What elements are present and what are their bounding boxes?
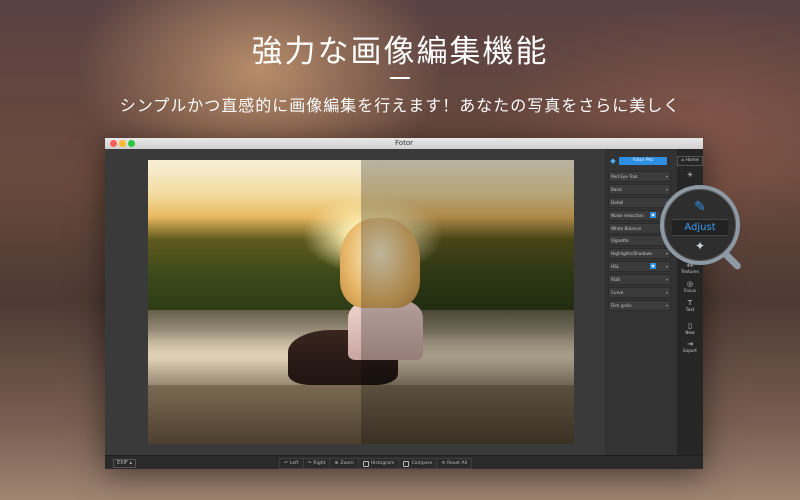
tool-label: Histogram: [370, 461, 395, 466]
zoom-button[interactable]: ⊕ Zoom: [330, 459, 359, 468]
rotate-left-button[interactable]: ↶ Left: [280, 459, 304, 468]
panel-item-detail[interactable]: Detail▾: [608, 196, 671, 208]
rail-item-focus[interactable]: ◎ Focus: [677, 280, 703, 293]
compare-button[interactable]: Compare: [399, 459, 438, 468]
export-icon: ⇥: [687, 340, 693, 348]
app-window: Fotor ◆ Fotor Pro Red Eye Tool ▾ Basic ▾ D…: [105, 138, 703, 469]
panel-item-highlights-shadows[interactable]: Highlights/Shadows ▾: [608, 248, 671, 260]
sun-icon: ☀: [686, 171, 694, 179]
sparkle-icon: ✦: [694, 239, 706, 253]
rail-item-label: Textures: [681, 269, 699, 274]
panel-item-label: Highlights/Shadows: [611, 251, 653, 257]
compare-icon: [403, 460, 410, 467]
panel-item-label: Film grain: [611, 302, 632, 308]
panel-item-label: White Balance: [611, 225, 642, 231]
edited-photo[interactable]: [148, 160, 574, 444]
rail-item-label: New: [685, 330, 695, 335]
panel-item-red-eye[interactable]: Red Eye Tool ▾: [608, 171, 671, 182]
exif-button[interactable]: EXIF ▴: [113, 459, 137, 468]
panel-item-label: Noise reduction: [611, 212, 644, 218]
reset-icon: ⟲: [441, 461, 446, 466]
diamond-icon: ◆: [610, 157, 616, 165]
tool-label: Compare: [411, 461, 433, 466]
panel-item-film-grain[interactable]: Film grain ▾: [608, 299, 671, 311]
panel-item-label: Basic: [611, 186, 623, 192]
panel-item-hsl[interactable]: HSL ◆ ▾: [608, 261, 671, 273]
home-label: Home: [685, 158, 699, 163]
rotate-right-icon: ↷: [307, 461, 312, 466]
reset-all-button[interactable]: ⟲ Reset All: [437, 459, 471, 468]
rotate-left-icon: ↶: [284, 461, 288, 466]
rail-item-label: Export: [683, 348, 697, 353]
hero-subtitle: シンプルかつ直感的に画像編集を行えます！あなたの写真をさらに美しく: [119, 96, 681, 115]
chevron-down-icon: ▾: [665, 264, 668, 270]
new-file-icon: ▯: [688, 322, 692, 330]
tool-label: Zoom: [340, 461, 354, 466]
home-icon: ⌂: [681, 158, 685, 163]
panel-item-label: HSL: [611, 264, 620, 270]
adjust-list: Red Eye Tool▾ Basic▾ Detail▾ Noise reduc…: [608, 171, 671, 313]
tool-label: Reset All: [447, 461, 468, 466]
fotor-pro-button[interactable]: Fotor Pro: [619, 157, 667, 165]
tool-label: Left: [289, 461, 299, 466]
panel-item-label: Curve: [611, 290, 624, 296]
exif-label: EXIF: [117, 460, 128, 466]
hero-divider: [390, 77, 410, 79]
adjust-panel: ◆ Fotor Pro Red Eye Tool▾ Basic▾ Detail▾…: [605, 149, 677, 455]
photo-canvas: [105, 149, 605, 455]
rail-item-label: Text: [685, 307, 695, 312]
chevron-down-icon: ▾: [665, 174, 668, 179]
text-icon: T: [687, 299, 693, 307]
histogram-button[interactable]: Histogram: [359, 459, 400, 468]
chevron-down-icon: ▾: [665, 186, 668, 192]
rail-item-label: Focus: [684, 288, 696, 293]
window-title: Fotor: [395, 139, 413, 147]
compare-overlay: [361, 160, 574, 444]
tool-label: Right: [313, 461, 326, 466]
rail-item-new[interactable]: ▯ New: [677, 322, 703, 335]
diamond-icon: ◆: [650, 263, 656, 270]
panel-item-rgb[interactable]: RGB ▾: [608, 274, 671, 286]
pencil-icon: ✎: [694, 199, 706, 215]
panel-item-curve[interactable]: Curve ▾: [608, 287, 671, 299]
chevron-down-icon: ▾: [665, 290, 668, 296]
rail-item-text[interactable]: T Text: [677, 299, 703, 312]
bottom-toolbar: ↶ Left ↷ Right ⊕ Zoom Histogram Compare ⟲ Re…: [279, 458, 473, 469]
panel-item-label: RGB: [611, 277, 621, 283]
rail-item-scenes[interactable]: ☀: [677, 171, 703, 179]
home-button[interactable]: ⌂ Home: [677, 156, 703, 166]
rotate-right-button[interactable]: ↷ Right: [304, 459, 331, 468]
focus-icon: ◎: [686, 280, 694, 288]
panel-item-label: Red Eye Tool: [611, 174, 638, 179]
zoom-icon: ⊕: [334, 461, 339, 466]
adjust-tab-label[interactable]: Adjust: [672, 219, 728, 236]
panel-item-basic[interactable]: Basic ▾: [608, 183, 671, 195]
magnifier-callout: ✎ Adjust ✦: [660, 185, 740, 265]
chevron-down-icon: ▾: [665, 277, 668, 283]
panel-item-label: Vignette: [611, 238, 629, 244]
histogram-icon: [362, 460, 369, 467]
diamond-icon: ◆: [650, 211, 656, 218]
title-bar: Fotor: [105, 138, 703, 149]
hero-title: 強力な画像編集機能: [251, 34, 549, 70]
panel-item-label: Detail: [611, 199, 624, 205]
chevron-down-icon: ▾: [665, 302, 668, 308]
rail-item-export[interactable]: ⇥ Export: [677, 340, 703, 353]
status-bar: EXIF ▴ ↶ Left ↷ Right ⊕ Zoom Histogram Comp…: [105, 455, 703, 469]
